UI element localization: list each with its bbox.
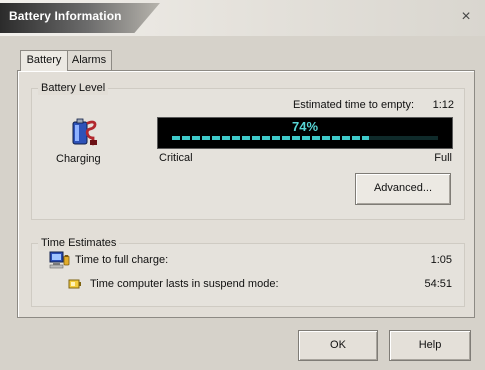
full-charge-row: Time to full charge: 1:05 — [32, 251, 464, 269]
meter-track — [172, 136, 438, 140]
battery-level-label: Battery Level — [38, 81, 109, 95]
window-title: Battery Information — [9, 9, 122, 23]
battery-level-group: Battery Level Charging Estimated time to… — [31, 81, 465, 220]
charging-status: Charging — [56, 153, 101, 165]
critical-label: Critical — [159, 152, 193, 164]
close-icon: × — [461, 8, 471, 25]
meter-fill — [172, 136, 369, 140]
battery-charging-icon — [72, 118, 97, 146]
estimated-time-label: Estimated time to empty: — [292, 99, 414, 111]
tab-battery[interactable]: Battery — [20, 50, 68, 71]
time-estimates-label: Time Estimates — [38, 236, 120, 250]
close-button[interactable]: × — [457, 8, 475, 26]
suspend-mode-label: Time computer lasts in suspend mode: — [90, 278, 279, 290]
full-charge-value: 1:05 — [430, 254, 452, 266]
tab-alarms[interactable]: Alarms — [66, 50, 112, 70]
battery-level-meter: 74% — [157, 117, 453, 149]
suspend-mode-value: 54:51 — [424, 278, 452, 290]
battery-percent: 74% — [291, 119, 319, 134]
full-charge-label: Time to full charge: — [75, 254, 169, 266]
estimated-time-value: 1:12 — [432, 99, 454, 111]
ok-button[interactable]: OK — [298, 330, 378, 361]
advanced-button[interactable]: Advanced... — [355, 173, 451, 205]
suspend-icon — [68, 279, 81, 289]
battery-information-window: Battery Information × Battery Alarms Bat… — [0, 0, 485, 370]
time-estimates-group: Time Estimates Time to full charge: 1:05 — [31, 236, 465, 307]
computer-icon — [49, 251, 70, 269]
help-button[interactable]: Help — [389, 330, 471, 361]
suspend-mode-row: Time computer lasts in suspend mode: 54:… — [32, 277, 464, 293]
full-label: Full — [434, 152, 452, 164]
title-bar[interactable]: Battery Information × — [0, 0, 485, 36]
battery-tab-panel: Battery Level Charging Estimated time to… — [17, 70, 475, 318]
